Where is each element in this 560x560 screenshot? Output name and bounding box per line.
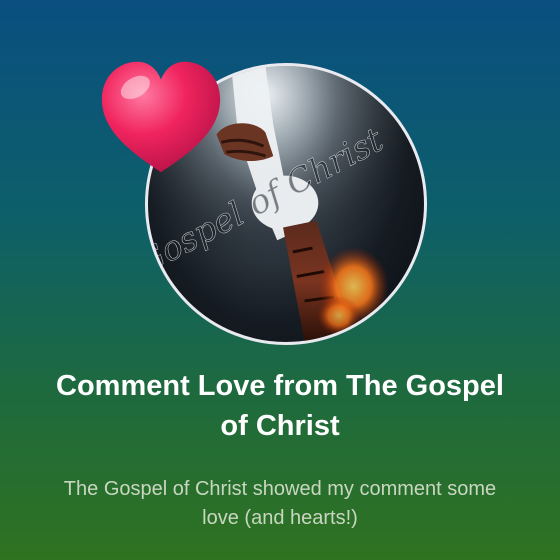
card-subtitle: The Gospel of Christ showed my comment s… bbox=[63, 478, 497, 529]
card-title: Comment Love from The Gospel of Christ bbox=[56, 370, 504, 442]
heart-icon bbox=[101, 61, 221, 173]
